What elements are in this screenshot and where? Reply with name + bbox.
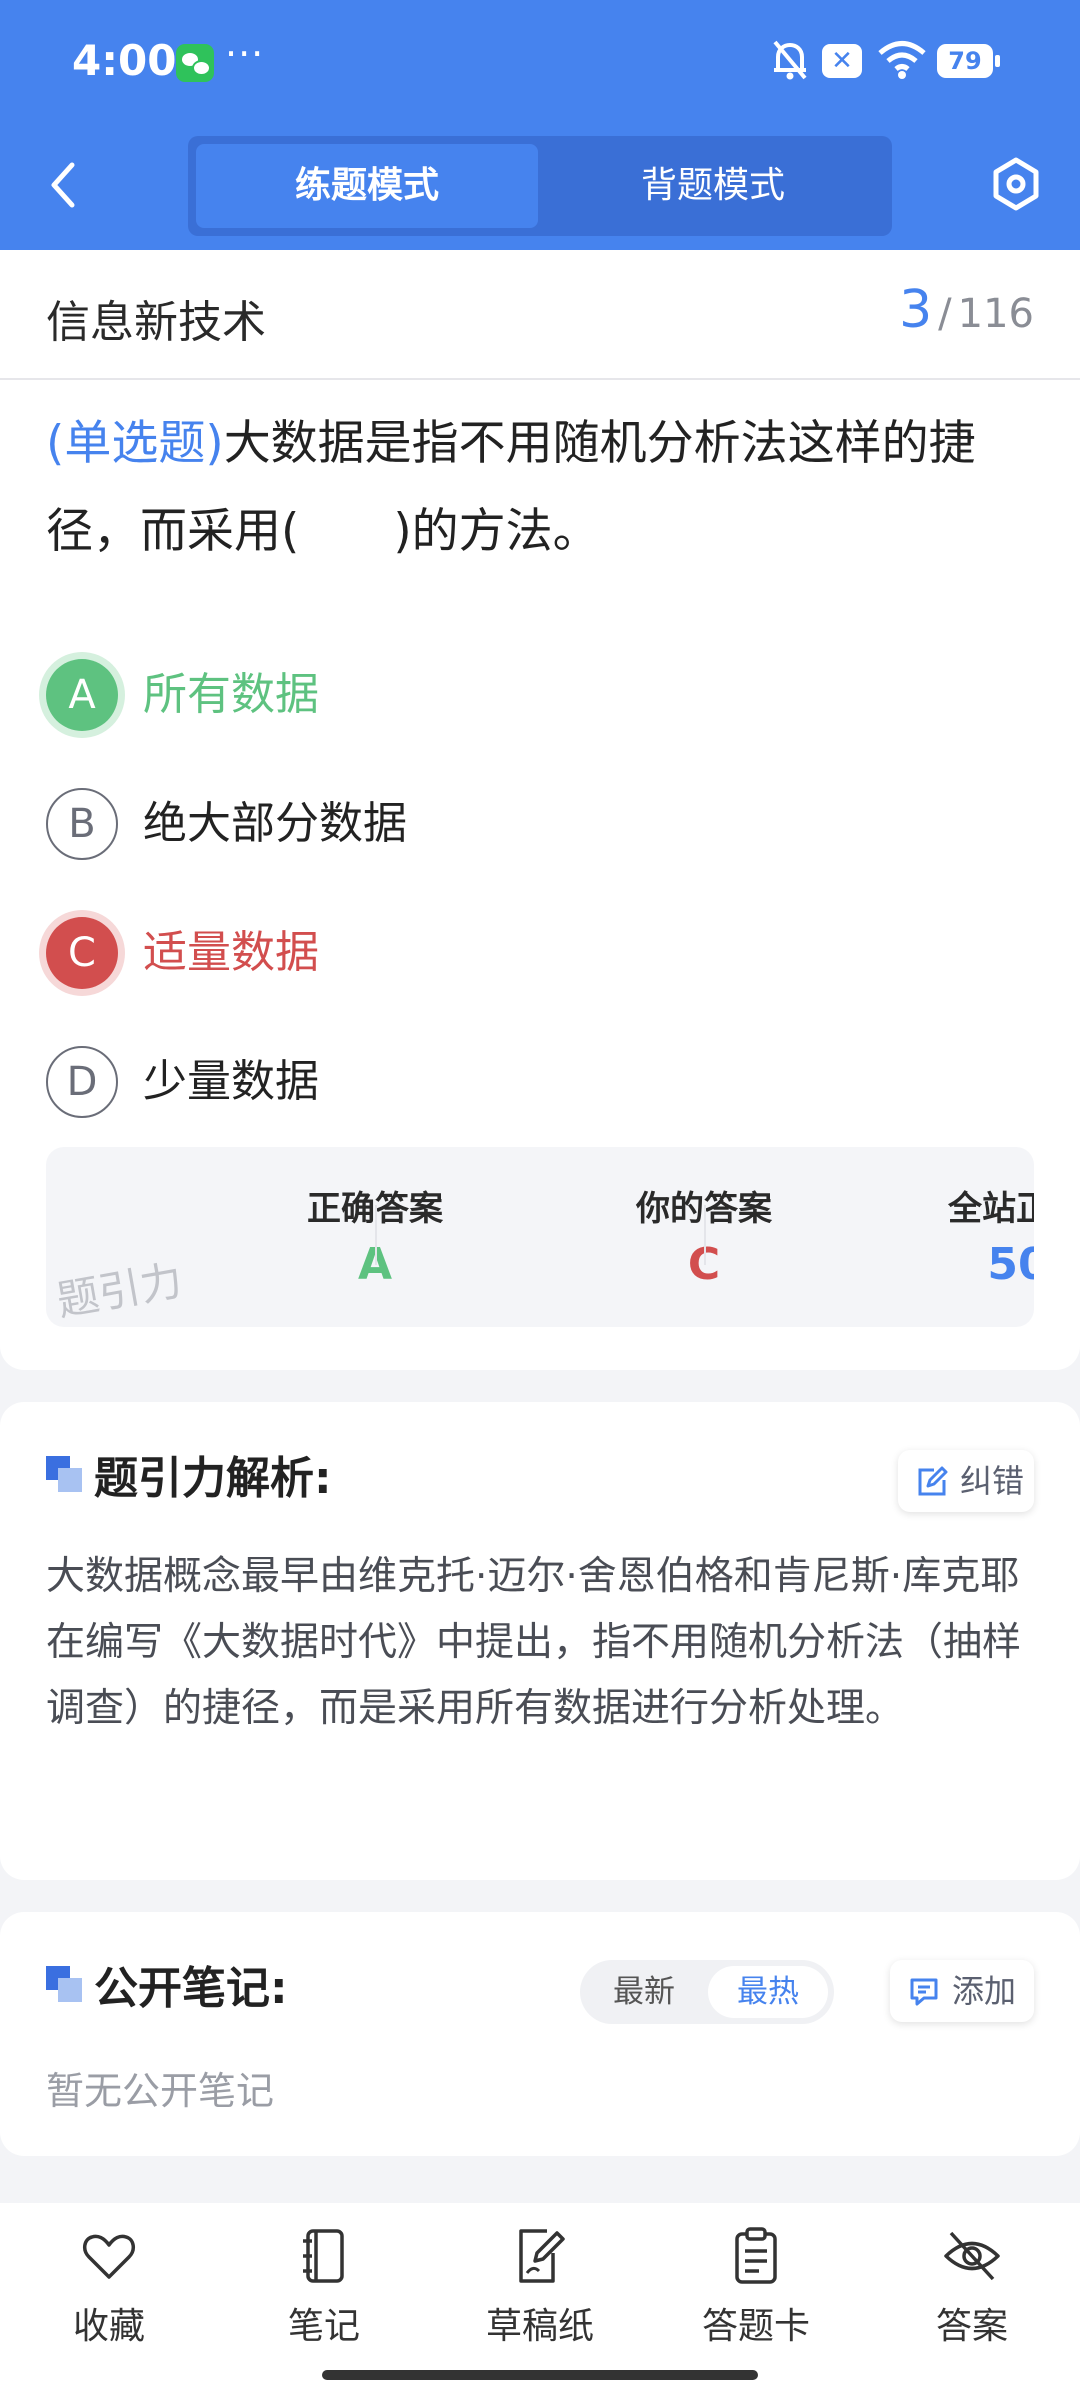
your-answer-col: 你的答案 C — [375, 1147, 772, 1327]
analysis-text: 大数据概念最早由维克托·迈尔·舍恩伯格和肯尼斯·库克耶在编写《大数据时代》中提出… — [46, 1554, 1022, 1731]
notes-sort-toggle: 最新 最热 — [580, 1960, 834, 2024]
notes-label: 笔记 — [287, 2306, 360, 2347]
scratch-paper-button[interactable]: 草稿纸 — [455, 2225, 625, 2355]
status-time: 4:00 — [72, 36, 177, 85]
notes-button[interactable]: 笔记 — [239, 2225, 409, 2355]
notes-empty-text: 暂无公开笔记 — [46, 2069, 275, 2113]
favorite-label: 收藏 — [72, 2306, 145, 2347]
option-text: 所有数据 — [143, 669, 319, 720]
status-bar: 4:00 ··· ✕ 79 — [0, 0, 1080, 125]
accuracy-number: 50 — [987, 1239, 1034, 1290]
option-letter: D — [46, 1046, 118, 1118]
public-notes-card: 公开笔记: 最新 最热 添加 暂无公开笔记 — [0, 1912, 1080, 2156]
report-error-button[interactable]: 纠错 — [898, 1450, 1034, 1512]
answer-card-label: 答题卡 — [701, 2306, 810, 2347]
mode-switch: 练题模式 背题模式 — [188, 136, 892, 236]
option-text: 适量数据 — [143, 927, 319, 978]
option-text: 少量数据 — [143, 1056, 319, 1107]
question-type: (单选题) — [46, 416, 224, 471]
progress-current: 3 — [899, 280, 933, 340]
section-squares-icon — [46, 1966, 84, 2004]
add-note-label: 添加 — [952, 1972, 1017, 2010]
mute-bell-icon — [773, 40, 807, 80]
question-text: (单选题)大数据是指不用随机分析法这样的捷径，而采用( )的方法。 — [46, 400, 1036, 576]
comment-icon — [910, 1978, 938, 2006]
eye-off-icon — [944, 2231, 1000, 2281]
settings-hexagon-icon[interactable] — [988, 154, 1044, 214]
notification-x-icon: ✕ — [822, 44, 862, 78]
option-c[interactable]: C 适量数据 — [46, 917, 946, 991]
accuracy-value: 50% — [869, 1239, 1034, 1290]
option-d[interactable]: D 少量数据 — [46, 1046, 946, 1120]
show-answer-button[interactable]: 答案 — [887, 2225, 1057, 2355]
notes-title-text: 公开笔记: — [94, 1963, 288, 2014]
option-text: 绝大部分数据 — [143, 798, 407, 849]
answer-card-button[interactable]: 答题卡 — [671, 2225, 841, 2355]
clipboard-icon — [735, 2227, 777, 2284]
section-squares-icon — [46, 1456, 84, 1494]
analysis-title: 题引力解析: — [46, 1442, 332, 1506]
sort-hottest-button[interactable]: 最热 — [708, 1966, 828, 2018]
show-answer-label: 答案 — [935, 2306, 1008, 2347]
edit-icon — [918, 1466, 948, 1496]
home-indicator[interactable] — [322, 2370, 758, 2380]
add-note-button[interactable]: 添加 — [890, 1960, 1034, 2022]
scratch-paper-label: 草稿纸 — [485, 2306, 594, 2347]
sort-newest-button[interactable]: 最新 — [584, 1966, 704, 2018]
question-progress: 3/116 — [899, 280, 1034, 340]
app-header: 4:00 ··· ✕ 79 练题模式 背题模式 — [0, 0, 1080, 250]
accuracy-col: 全站正确率 50% — [704, 1147, 1034, 1327]
tab-memorize-mode[interactable]: 背题模式 — [542, 144, 884, 228]
analysis-card: 题引力解析: 纠错 大数据概念最早由维克托·迈尔·舍恩伯格和肯尼斯·库克耶在编写… — [0, 1402, 1080, 1880]
accuracy-label: 全站正确率 — [948, 1189, 1034, 1229]
wifi-icon — [878, 41, 926, 79]
option-letter: C — [46, 917, 118, 989]
draft-pen-icon — [519, 2229, 565, 2283]
correct-answer-col: 正确答案 A — [46, 1147, 443, 1327]
favorite-button[interactable]: 收藏 — [24, 2225, 194, 2355]
heart-icon — [83, 2234, 135, 2279]
notebook-icon — [303, 2229, 344, 2283]
option-a[interactable]: A 所有数据 — [46, 659, 946, 733]
progress-total: 116 — [957, 291, 1034, 337]
question-header: 信息新技术 3/116 — [0, 250, 1080, 380]
analysis-title-text: 题引力解析: — [94, 1453, 332, 1504]
progress-separator: / — [938, 291, 952, 337]
option-letter: B — [46, 788, 118, 860]
battery-icon: 79 — [937, 44, 1000, 78]
option-b[interactable]: B 绝大部分数据 — [46, 788, 946, 862]
answer-result-box: 题引力 正确答案 A 你的答案 C 全站正确率 50% — [46, 1147, 1034, 1327]
status-more-dots: ··· — [225, 32, 265, 76]
wechat-icon — [176, 44, 214, 82]
question-category: 信息新技术 — [46, 297, 266, 348]
question-card: 信息新技术 3/116 (单选题)大数据是指不用随机分析法这样的捷径，而采用( … — [0, 250, 1080, 1370]
option-letter: A — [46, 659, 118, 731]
report-error-label: 纠错 — [960, 1462, 1025, 1500]
back-arrow-icon[interactable] — [42, 155, 86, 215]
notes-title: 公开笔记: — [46, 1952, 288, 2016]
tab-practice-mode[interactable]: 练题模式 — [196, 144, 538, 228]
